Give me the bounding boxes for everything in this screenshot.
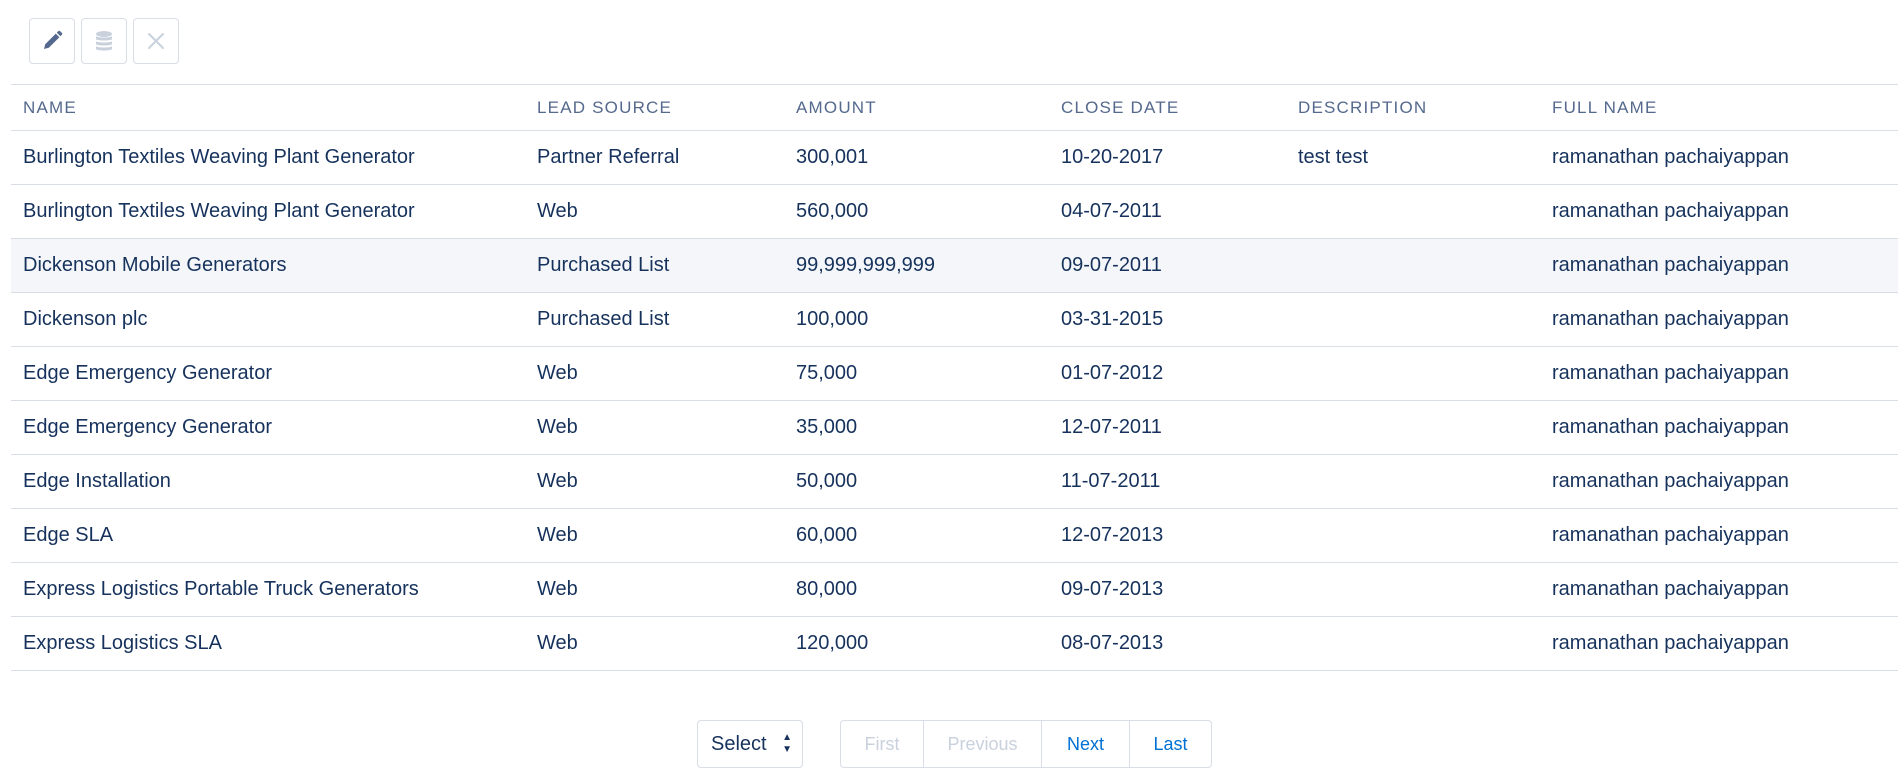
page-size-select[interactable]: Select ▲ ▼ <box>697 720 803 768</box>
table-row[interactable]: Edge Emergency Generator Web 35,000 12-07-2… <box>11 400 1898 455</box>
lead-source-cell: Web <box>525 184 784 239</box>
name-cell: Express Logistics SLA <box>11 616 525 671</box>
name-cell: Edge Emergency Generator <box>11 346 525 401</box>
previous-page-button[interactable]: Previous <box>923 720 1042 768</box>
table-row[interactable]: Edge Emergency Generator Web 75,000 01-07-2… <box>11 346 1898 401</box>
description-cell: test test <box>1286 130 1540 185</box>
column-header-name[interactable]: NAME <box>11 84 525 131</box>
column-header-description[interactable]: DESCRIPTION <box>1286 84 1540 131</box>
name-cell: Burlington Textiles Weaving Plant Genera… <box>11 130 525 185</box>
amount-cell: 99,999,999,999 <box>784 238 1049 293</box>
lead-source-cell: Purchased List <box>525 238 784 293</box>
pagination: First Previous Next Last <box>840 720 1212 768</box>
toolbar <box>29 18 179 64</box>
column-header-amount[interactable]: AMOUNT <box>784 84 1049 131</box>
page-size-value: Select <box>711 732 767 755</box>
name-cell: Edge Installation <box>11 454 525 509</box>
lead-source-cell: Purchased List <box>525 292 784 347</box>
full-name-cell: ramanathan pachaiyappan <box>1540 508 1898 563</box>
close-date-cell: 04-07-2011 <box>1049 184 1286 239</box>
description-cell <box>1286 238 1540 293</box>
delete-button[interactable] <box>133 18 179 64</box>
amount-cell: 75,000 <box>784 346 1049 401</box>
amount-cell: 80,000 <box>784 562 1049 617</box>
full-name-cell: ramanathan pachaiyappan <box>1540 238 1898 293</box>
close-date-cell: 09-07-2011 <box>1049 238 1286 293</box>
column-header-lead-source[interactable]: LEAD SOURCE <box>525 84 784 131</box>
description-cell <box>1286 454 1540 509</box>
amount-cell: 100,000 <box>784 292 1049 347</box>
last-page-button[interactable]: Last <box>1129 720 1212 768</box>
full-name-cell: ramanathan pachaiyappan <box>1540 454 1898 509</box>
database-button[interactable] <box>81 18 127 64</box>
description-cell <box>1286 562 1540 617</box>
description-cell <box>1286 616 1540 671</box>
database-icon <box>96 31 112 51</box>
name-cell: Dickenson Mobile Generators <box>11 238 525 293</box>
description-cell <box>1286 292 1540 347</box>
full-name-cell: ramanathan pachaiyappan <box>1540 616 1898 671</box>
table-row[interactable]: Edge SLA Web 60,000 12-07-2013 ramanathan pa… <box>11 508 1898 563</box>
table-row[interactable]: Edge Installation Web 50,000 11-07-2011 rama… <box>11 454 1898 509</box>
full-name-cell: ramanathan pachaiyappan <box>1540 346 1898 401</box>
full-name-cell: ramanathan pachaiyappan <box>1540 292 1898 347</box>
name-cell: Burlington Textiles Weaving Plant Genera… <box>11 184 525 239</box>
next-page-button[interactable]: Next <box>1041 720 1130 768</box>
table-row[interactable]: Express Logistics SLA Web 120,000 08-07-201… <box>11 616 1898 671</box>
close-date-cell: 10-20-2017 <box>1049 130 1286 185</box>
close-date-cell: 12-07-2011 <box>1049 400 1286 455</box>
data-table: NAME LEAD SOURCE AMOUNT CLOSE DATE DESCR… <box>11 84 1898 671</box>
amount-cell: 300,001 <box>784 130 1049 185</box>
table-row[interactable]: Dickenson Mobile Generators Purchased Lis… <box>11 238 1898 293</box>
table-row[interactable]: Express Logistics Portable Truck Generat… <box>11 562 1898 617</box>
lead-source-cell: Partner Referral <box>525 130 784 185</box>
full-name-cell: ramanathan pachaiyappan <box>1540 400 1898 455</box>
amount-cell: 35,000 <box>784 400 1049 455</box>
table-row[interactable]: Burlington Textiles Weaving Plant Genera… <box>11 130 1898 185</box>
name-cell: Express Logistics Portable Truck Generat… <box>11 562 525 617</box>
table-row[interactable]: Burlington Textiles Weaving Plant Genera… <box>11 184 1898 239</box>
close-date-cell: 09-07-2013 <box>1049 562 1286 617</box>
lead-source-cell: Web <box>525 508 784 563</box>
data-table-container: NAME LEAD SOURCE AMOUNT CLOSE DATE DESCR… <box>11 84 1898 671</box>
close-icon <box>148 33 164 49</box>
amount-cell: 120,000 <box>784 616 1049 671</box>
first-page-button[interactable]: First <box>840 720 924 768</box>
lead-source-cell: Web <box>525 562 784 617</box>
lead-source-cell: Web <box>525 346 784 401</box>
lead-source-cell: Web <box>525 616 784 671</box>
description-cell <box>1286 346 1540 401</box>
table-row[interactable]: Dickenson plc Purchased List 100,000 03-31-… <box>11 292 1898 347</box>
description-cell <box>1286 184 1540 239</box>
pencil-icon <box>44 30 63 49</box>
close-date-cell: 03-31-2015 <box>1049 292 1286 347</box>
close-date-cell: 08-07-2013 <box>1049 616 1286 671</box>
name-cell: Edge SLA <box>11 508 525 563</box>
select-arrows-icon: ▲ ▼ <box>782 732 792 755</box>
lead-source-cell: Web <box>525 454 784 509</box>
lead-source-cell: Web <box>525 400 784 455</box>
column-header-close-date[interactable]: CLOSE DATE <box>1049 84 1286 131</box>
full-name-cell: ramanathan pachaiyappan <box>1540 130 1898 185</box>
full-name-cell: ramanathan pachaiyappan <box>1540 562 1898 617</box>
amount-cell: 560,000 <box>784 184 1049 239</box>
edit-button[interactable] <box>29 18 75 64</box>
description-cell <box>1286 400 1540 455</box>
name-cell: Edge Emergency Generator <box>11 400 525 455</box>
close-date-cell: 12-07-2013 <box>1049 508 1286 563</box>
amount-cell: 50,000 <box>784 454 1049 509</box>
amount-cell: 60,000 <box>784 508 1049 563</box>
close-date-cell: 01-07-2012 <box>1049 346 1286 401</box>
table-header-row: NAME LEAD SOURCE AMOUNT CLOSE DATE DESCR… <box>11 84 1898 131</box>
description-cell <box>1286 508 1540 563</box>
full-name-cell: ramanathan pachaiyappan <box>1540 184 1898 239</box>
column-header-full-name[interactable]: FULL NAME <box>1540 84 1898 131</box>
close-date-cell: 11-07-2011 <box>1049 454 1286 509</box>
name-cell: Dickenson plc <box>11 292 525 347</box>
